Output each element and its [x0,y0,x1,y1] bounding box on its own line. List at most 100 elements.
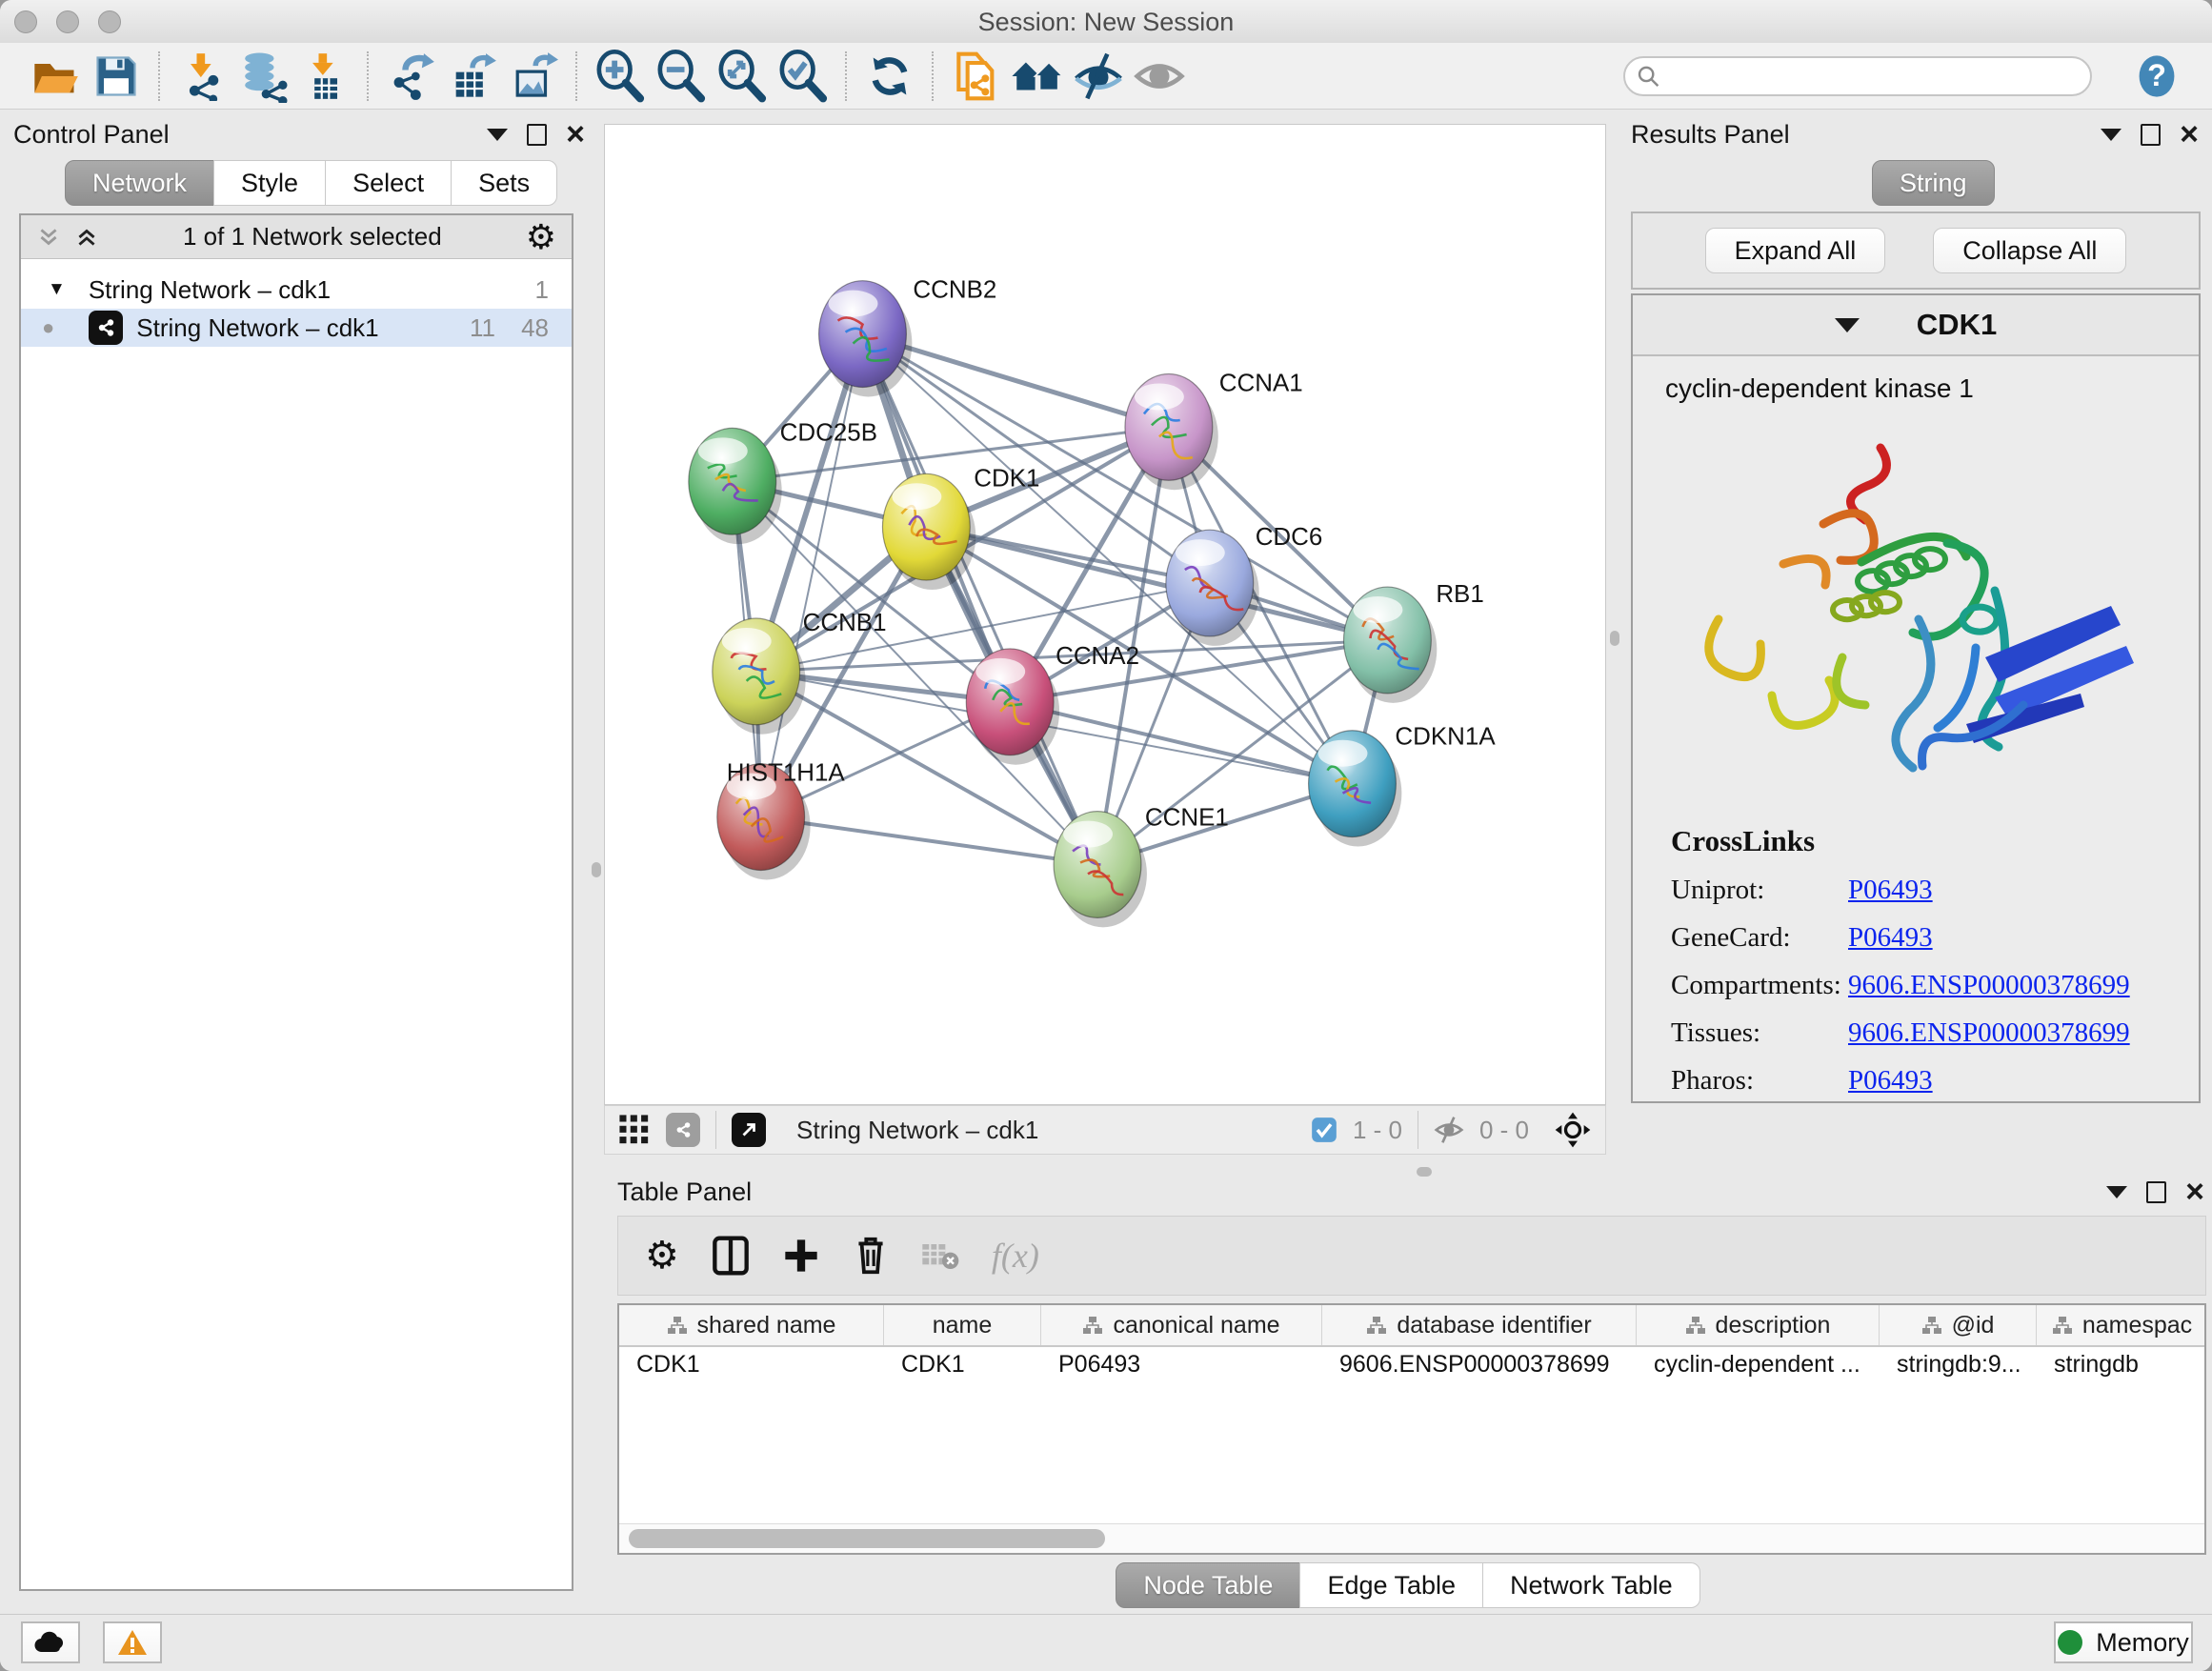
table-cell[interactable]: stringdb:9... [1880,1347,2037,1383]
results-panel-close-icon[interactable]: × [2180,125,2199,144]
network-node-CDC25B[interactable] [689,428,782,544]
network-edge[interactable] [761,334,863,817]
expand-all-button[interactable]: Expand All [1705,228,1886,273]
network-node-CCNA2[interactable] [966,649,1059,765]
open-in-browser-icon[interactable] [732,1113,766,1147]
network-node-CDKN1A[interactable] [1309,731,1402,847]
tab-network[interactable]: Network [65,160,214,206]
import-network-database-button[interactable] [233,49,294,104]
collapse-all-button[interactable]: Collapse All [1933,228,2126,273]
table-cell[interactable]: P06493 [1041,1347,1322,1383]
network-edge[interactable] [862,334,1097,865]
bottom-splitter-handle[interactable] [1417,1167,1432,1177]
table-hscrollbar[interactable] [619,1523,2204,1553]
crosslink-link[interactable]: P06493 [1848,875,1933,906]
column-header-description[interactable]: description [1637,1305,1880,1345]
table-cell[interactable]: CDK1 [619,1347,884,1383]
hide-selected-button[interactable] [1068,49,1129,104]
crosslink-link[interactable]: P06493 [1848,1065,1933,1097]
column-header-canonical-name[interactable]: canonical name [1041,1305,1322,1345]
import-network-file-button[interactable] [172,49,233,104]
selected-checkbox-icon[interactable] [1311,1117,1337,1143]
delete-column-icon[interactable] [853,1235,889,1277]
first-neighbors-button[interactable] [1007,49,1068,104]
save-session-button[interactable] [86,49,147,104]
network-node-CDC6[interactable] [1166,530,1259,646]
tab-node-table[interactable]: Node Table [1116,1562,1300,1608]
import-table-button[interactable] [294,49,355,104]
column-header-namespac[interactable]: namespac [2037,1305,2206,1345]
search-box[interactable] [1623,56,2092,96]
control-panel-float-icon[interactable] [487,129,508,141]
expand-all-icon[interactable] [74,225,99,250]
table-row[interactable]: CDK1CDK1P064939606.ENSP00000378699cyclin… [619,1347,2204,1383]
network-node-CCNB1[interactable] [713,618,806,735]
hscrollbar-thumb[interactable] [629,1529,1105,1548]
table-cell[interactable]: stringdb [2037,1347,2206,1383]
column-header-name[interactable]: name [884,1305,1041,1345]
column-header-shared-name[interactable]: shared name [619,1305,884,1345]
table-cell[interactable]: 9606.ENSP00000378699 [1322,1347,1637,1383]
table-cell[interactable]: cyclin-dependent ... [1637,1347,1880,1383]
column-header-database-identifier[interactable]: database identifier [1322,1305,1637,1345]
tab-network-table[interactable]: Network Table [1482,1562,1700,1608]
control-panel-maximize-icon[interactable] [527,124,547,146]
open-session-button[interactable] [25,49,86,104]
show-columns-icon[interactable] [712,1235,750,1277]
results-panel-maximize-icon[interactable] [2141,124,2161,146]
network-row-selected[interactable]: ● String Network – cdk1 11 48 [21,309,572,347]
cloud-button[interactable] [21,1621,80,1663]
network-type-icon [666,1113,700,1147]
network-node-CCNE1[interactable] [1054,812,1147,928]
network-panel-gear-icon[interactable]: ⚙ [526,220,556,254]
zoom-out-button[interactable] [651,49,712,104]
table-gear-icon[interactable]: ⚙ [645,1238,679,1273]
tab-style[interactable]: Style [213,160,326,206]
table-cell[interactable]: CDK1 [884,1347,1041,1383]
navigator-crosshair-icon[interactable] [1554,1111,1592,1149]
table-panel-close-icon[interactable]: × [2185,1182,2204,1201]
network-collection-row[interactable]: ▼ String Network – cdk1 1 [21,271,572,309]
help-button[interactable]: ? [2126,49,2187,104]
show-all-button[interactable] [1129,49,1190,104]
zoom-fit-button[interactable] [712,49,773,104]
left-splitter-handle[interactable] [592,862,601,877]
network-node-CCNA1[interactable] [1125,373,1218,490]
network-edge[interactable] [1010,702,1352,784]
crosslink-link[interactable]: 9606.ENSP00000378699 [1848,970,2130,1001]
search-input[interactable] [1659,62,2079,91]
tab-select[interactable]: Select [325,160,452,206]
zoom-in-button[interactable] [590,49,651,104]
column-header--id[interactable]: @id [1880,1305,2037,1345]
control-panel-close-icon[interactable]: × [566,125,585,144]
protein-section-header[interactable]: CDK1 [1633,295,2199,356]
network-canvas[interactable]: CCNB2CCNA1CDC25BCDK1CDC6RB1CCNB1CCNA2CDK… [604,124,1606,1105]
network-node-CDK1[interactable] [882,473,975,590]
tab-string[interactable]: String [1872,160,1995,206]
crosslink-link[interactable]: 9606.ENSP00000378699 [1848,1017,2130,1049]
table-panel-maximize-icon[interactable] [2146,1181,2166,1203]
memory-button[interactable]: Memory [2054,1621,2193,1663]
tab-edge-table[interactable]: Edge Table [1299,1562,1483,1608]
crosslink-link[interactable]: P06493 [1848,922,1933,954]
table-panel-float-icon[interactable] [2106,1186,2127,1198]
add-column-icon[interactable] [782,1237,820,1275]
collapse-all-icon[interactable] [36,225,61,250]
refresh-button[interactable] [859,49,920,104]
right-splitter-handle[interactable] [1610,631,1619,646]
birdseye-grid-icon[interactable] [618,1114,651,1146]
export-table-button[interactable] [442,49,503,104]
export-network-button[interactable] [381,49,442,104]
results-panel-float-icon[interactable] [2101,129,2122,141]
string-app-button[interactable] [946,49,1007,104]
control-panel-title: Control Panel [13,120,170,150]
tree-expand-icon[interactable]: ▼ [48,279,66,300]
zoom-selected-button[interactable] [773,49,834,104]
tab-sets[interactable]: Sets [451,160,557,206]
warnings-button[interactable] [103,1621,162,1663]
network-node-CCNB2[interactable] [819,281,913,397]
section-collapse-icon[interactable] [1835,318,1860,332]
network-node-RB1[interactable] [1344,587,1438,703]
export-image-button[interactable] [503,49,564,104]
network-edge[interactable] [761,817,1097,865]
